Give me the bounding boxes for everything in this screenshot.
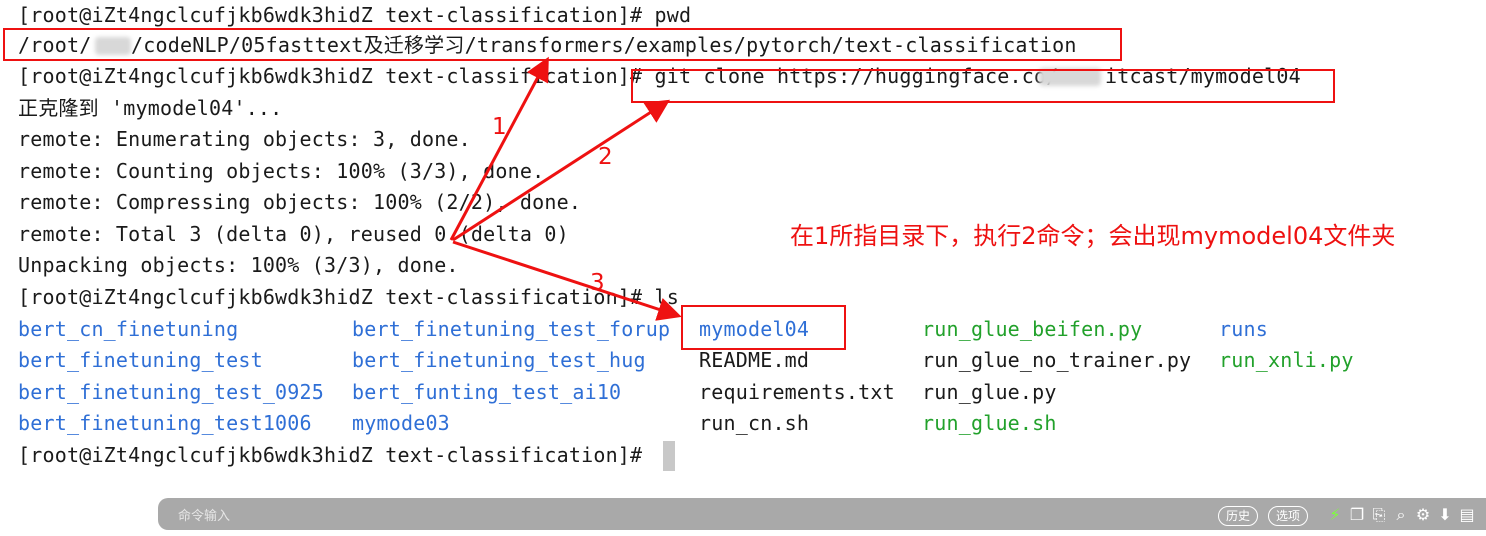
ls-entry: bert_finetuning_test1006 xyxy=(18,411,312,435)
ls-entry: run_glue.sh xyxy=(922,411,1057,435)
highlight-box-mymodel04 xyxy=(681,305,846,350)
arrow-label-2: 2 xyxy=(598,144,613,170)
ls-entry: bert_finetuning_test_hug xyxy=(352,348,646,372)
ls-entry: requirements.txt xyxy=(699,380,895,404)
highlight-box-git-clone xyxy=(631,69,1335,103)
download-icon[interactable]: ⬇ xyxy=(1435,503,1455,527)
ls-entry: run_glue.py xyxy=(922,380,1057,404)
annotation-note: 在1所指目录下，执行2命令；会出现mymodel04文件夹 xyxy=(790,222,1396,250)
remote-total-line: remote: Total 3 (delta 0), reused 0 (del… xyxy=(18,222,569,246)
prompt-line-pwd: [root@iZt4ngclcufjkb6wdk3hidZ text-class… xyxy=(18,3,692,27)
remote-compressing-line: remote: Compressing objects: 100% (2/2),… xyxy=(18,190,582,214)
unpacking-line: Unpacking objects: 100% (3/3), done. xyxy=(18,253,459,277)
ls-entry: bert_finetuning_test_forup xyxy=(352,317,671,341)
copy-icon[interactable]: ❐ xyxy=(1347,503,1367,527)
ls-entry: mymode03 xyxy=(352,411,450,435)
arrow-label-1: 1 xyxy=(492,114,507,140)
highlight-box-pwd-path xyxy=(3,28,1122,61)
ls-entry: bert_finetuning_test xyxy=(18,348,263,372)
current-prompt: [root@iZt4ngclcufjkb6wdk3hidZ text-class… xyxy=(18,443,655,467)
ls-entry: bert_funting_test_ai10 xyxy=(352,380,622,404)
remote-enumerating-line: remote: Enumerating objects: 3, done. xyxy=(18,127,471,151)
remote-counting-line: remote: Counting objects: 100% (3/3), do… xyxy=(18,159,545,183)
clone-status-line: 正克隆到 'mymodel04'... xyxy=(18,96,283,120)
gear-icon[interactable]: ⚙ xyxy=(1413,503,1433,527)
lightning-icon[interactable]: ⚡ xyxy=(1325,503,1345,527)
terminal-cursor xyxy=(663,441,675,471)
ls-entry: run_xnli.py xyxy=(1219,348,1354,372)
prompt-line-ls: [root@iZt4ngclcufjkb6wdk3hidZ text-class… xyxy=(18,285,680,309)
ls-entry: runs xyxy=(1219,317,1268,341)
ls-entry: run_glue_beifen.py xyxy=(922,317,1143,341)
paste-icon[interactable]: ⎘ xyxy=(1369,503,1389,527)
options-button[interactable]: 选项 xyxy=(1268,506,1309,526)
ls-entry: run_glue_no_trainer.py xyxy=(922,348,1192,372)
folder-icon[interactable]: ▤ xyxy=(1457,503,1477,527)
ls-entry: bert_finetuning_test_0925 xyxy=(18,380,325,404)
ls-entry: bert_cn_finetuning xyxy=(18,317,239,341)
ls-entry: run_cn.sh xyxy=(699,411,810,435)
search-icon[interactable]: ⌕ xyxy=(1391,503,1411,527)
history-button[interactable]: 历史 xyxy=(1218,506,1259,526)
command-input[interactable] xyxy=(176,505,480,527)
arrow-label-3: 3 xyxy=(590,270,605,296)
